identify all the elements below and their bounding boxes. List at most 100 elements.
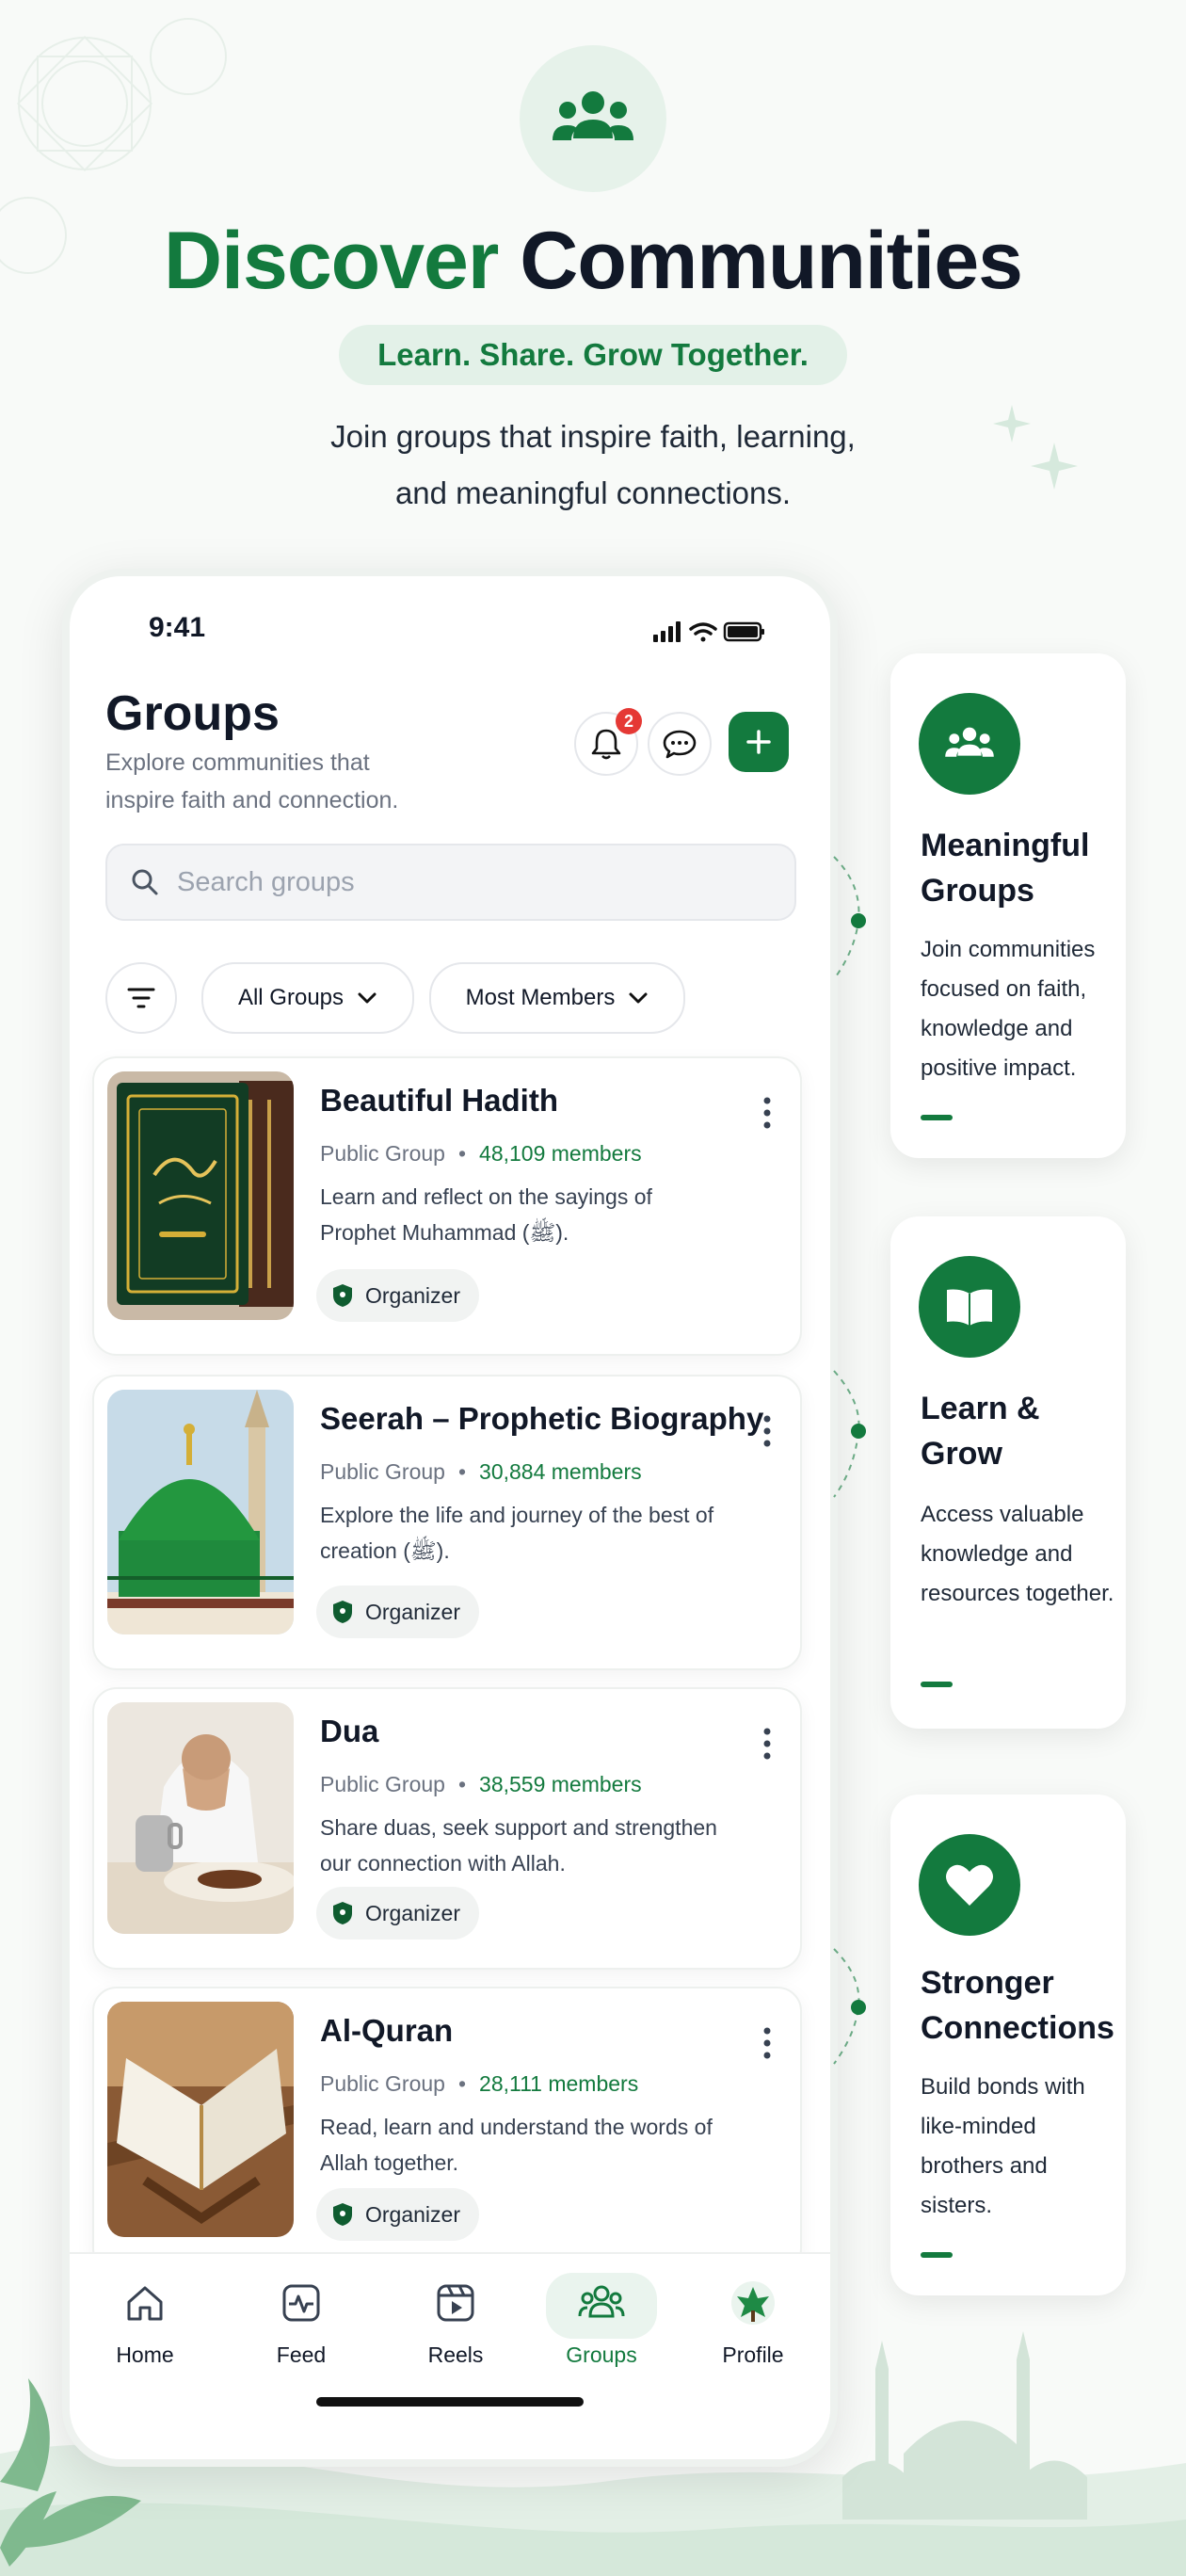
more-options-icon[interactable] — [753, 1412, 781, 1450]
more-options-icon[interactable] — [753, 1094, 781, 1132]
bottom-navigation: Home Feed Reels Groups Profile — [70, 2252, 830, 2459]
search-input[interactable]: Search groups — [177, 867, 355, 898]
nav-item-feed[interactable]: Feed — [245, 2275, 358, 2368]
organizer-label: Organizer — [365, 1599, 460, 1624]
hero-subtitle-line-2: and meaningful connections. — [394, 475, 792, 510]
group-type-dropdown-value: All Groups — [237, 985, 345, 1010]
group-type: Public Group — [320, 1459, 445, 1484]
filter-button[interactable] — [105, 962, 177, 1034]
status-icons — [653, 621, 764, 642]
organizer-badge: Organizer — [316, 2188, 479, 2241]
sort-dropdown-value: Most Members — [465, 985, 616, 1010]
hero-title-green: Discover — [164, 216, 499, 306]
group-type: Public Group — [320, 1772, 445, 1796]
book-icon — [947, 1289, 992, 1326]
more-options-icon[interactable] — [753, 1725, 781, 1763]
pulse-icon — [282, 2284, 320, 2322]
bell-icon — [591, 729, 621, 760]
chat-icon — [663, 730, 697, 759]
group-name[interactable]: Seerah – Prophetic Biography — [320, 1401, 763, 1437]
feature-accent-bar — [921, 1115, 953, 1120]
group-type: Public Group — [320, 1141, 445, 1166]
search-bar[interactable]: Search groups — [105, 844, 796, 921]
feature-text: Join communities focused on faith, knowl… — [921, 937, 1096, 1081]
group-meta: Public Group • 38,559 members — [320, 1772, 642, 1796]
group-description: Share duas, seek support and strengthen … — [320, 1815, 717, 1876]
nav-label: Feed — [276, 2343, 327, 2367]
hero-title: Discover Communities — [0, 209, 1186, 313]
more-options-icon[interactable] — [753, 2024, 781, 2062]
group-type: Public Group — [320, 2071, 445, 2096]
nav-label: Reels — [427, 2343, 484, 2367]
sparkle-decoration — [993, 405, 1078, 490]
create-group-button[interactable] — [729, 712, 789, 772]
nav-item-profile[interactable]: Profile — [697, 2275, 809, 2368]
group-name[interactable]: Beautiful Hadith — [320, 1083, 558, 1119]
search-icon — [132, 869, 158, 895]
nav-item-groups[interactable]: Groups — [545, 2275, 658, 2368]
nav-label: Groups — [566, 2343, 637, 2367]
plus-icon — [746, 730, 771, 754]
group-type-dropdown[interactable]: All Groups — [201, 962, 414, 1034]
organizer-badge: Organizer — [316, 1887, 479, 1940]
group-name[interactable]: Al-Quran — [320, 2013, 453, 2049]
group-thumbnail-hadith-book — [107, 1071, 294, 1320]
organizer-label: Organizer — [365, 1900, 460, 1925]
member-count: 30,884 members — [479, 1459, 642, 1484]
organizer-label: Organizer — [365, 1282, 460, 1308]
shield-icon — [333, 2203, 352, 2226]
tagline-pill: Learn. Share. Grow Together. — [339, 325, 847, 385]
shield-icon — [333, 1902, 352, 1924]
feature-card-meaningful-groups: Meaningful Groups Join communities focus… — [890, 653, 1126, 1158]
feature-title: Meaningful Groups — [921, 828, 1090, 909]
feature-title: Stronger Connections — [921, 1965, 1114, 2046]
group-card[interactable]: Beautiful Hadith Public Group • 48,109 mem… — [92, 1056, 802, 1356]
group-description: Learn and reflect on the sayings of Prop… — [320, 1184, 652, 1245]
member-count: 38,559 members — [479, 1772, 642, 1796]
group-meta: Public Group • 48,109 members — [320, 1141, 642, 1166]
filter-icon — [127, 988, 155, 1008]
signal-icon — [653, 621, 681, 642]
group-card[interactable]: Dua Public Group • 38,559 members Share du… — [92, 1687, 802, 1970]
sort-dropdown[interactable]: Most Members — [429, 962, 685, 1034]
organizer-badge: Organizer — [316, 1269, 479, 1322]
battery-icon — [723, 621, 764, 642]
chevron-down-icon — [358, 992, 377, 1004]
member-count: 48,109 members — [479, 1141, 642, 1166]
page-title: Groups — [105, 686, 280, 741]
home-icon — [127, 2286, 163, 2321]
organizer-label: Organizer — [365, 2201, 460, 2227]
feature-icon — [919, 693, 1020, 795]
users-icon — [553, 91, 633, 140]
hero-subtitle: Join groups that inspire faith, learning… — [188, 409, 998, 522]
status-time: 9:41 — [149, 612, 206, 643]
member-count: 28,111 members — [479, 2071, 639, 2096]
nav-item-home[interactable]: Home — [88, 2275, 201, 2368]
feature-icon — [919, 1256, 1020, 1358]
feature-text: Access valuable knowledge and resources … — [921, 1502, 1114, 1606]
shield-icon — [333, 1284, 352, 1307]
feature-icon — [919, 1834, 1020, 1936]
hero-title-dark: Communities — [520, 216, 1023, 306]
group-meta: Public Group • 30,884 members — [320, 1459, 642, 1484]
wifi-icon — [689, 622, 717, 642]
notification-badge: 2 — [616, 708, 642, 734]
group-card[interactable]: Seerah – Prophetic Biography Public Grou… — [92, 1375, 802, 1670]
page-description: Explore communities that inspire faith a… — [105, 749, 399, 813]
group-name[interactable]: Dua — [320, 1714, 378, 1749]
group-thumbnail-dua — [107, 1702, 294, 1934]
phone-mockup: 9:41 Groups Explore communities that ins… — [62, 569, 838, 2467]
group-thumbnail-quran — [107, 2002, 294, 2237]
group-thumbnail-green-dome — [107, 1390, 294, 1634]
video-icon — [437, 2284, 474, 2322]
messages-button[interactable] — [648, 712, 712, 776]
group-card[interactable]: Al-Quran Public Group • 28,111 members Rea… — [92, 1987, 802, 2273]
users-icon — [578, 2285, 625, 2318]
notifications-button[interactable]: 2 — [574, 708, 642, 776]
feature-accent-bar — [921, 1682, 953, 1687]
users-icon — [945, 727, 994, 757]
feature-title: Learn & Grow — [921, 1391, 1040, 1472]
nav-item-reels[interactable]: Reels — [399, 2275, 512, 2368]
feature-accent-bar — [921, 2252, 953, 2258]
communities-hero-icon — [520, 45, 666, 192]
